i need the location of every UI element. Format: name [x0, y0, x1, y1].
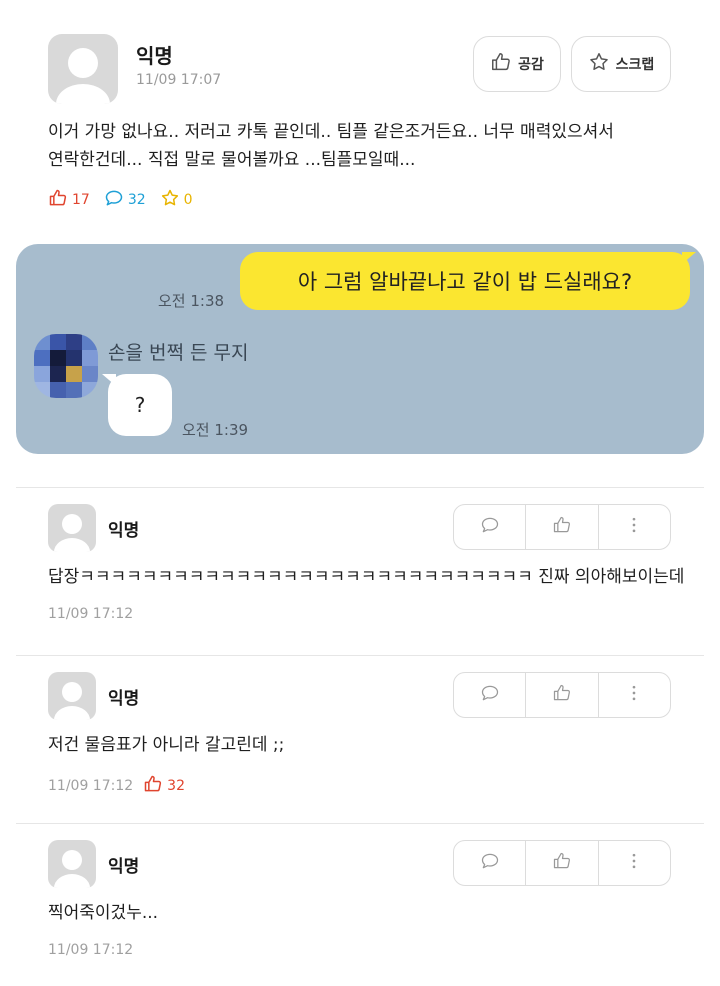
like-count: 17	[48, 188, 90, 212]
post-avatar	[48, 34, 118, 104]
other-message-bubble: ?	[102, 374, 172, 436]
speech-bubble-icon	[480, 851, 500, 875]
comment-meta: 11/09 17:12 32	[48, 774, 185, 798]
thumbs-up-icon	[48, 188, 68, 212]
post-body-line: 연락한건데... 직접 말로 물어볼까요 ...팀플모일때...	[48, 150, 416, 170]
comment-item: 익명 저건 물음표가 아니라 갈고린데 ;; 11/09 17:12 32	[0, 656, 720, 806]
reply-button[interactable]	[454, 505, 527, 549]
avatar	[48, 672, 96, 720]
post-body: 이거 가망 없나요.. 저러고 카톡 끝인데.. 팀플 같은조거든요.. 너무 …	[48, 118, 688, 174]
other-message-time: 오전 1:39	[182, 421, 249, 439]
comment-time: 11/09 17:12	[48, 778, 134, 794]
comment-time: 11/09 17:12	[48, 606, 134, 622]
more-vertical-icon	[624, 515, 644, 539]
avatar	[48, 840, 96, 888]
my-message-time: 오전 1:38	[158, 292, 225, 310]
scrap-button-label: 스크랩	[615, 57, 655, 73]
chat-sender-name: 손을 번쩍 든 무지	[108, 342, 249, 364]
comment-like-count: 32	[143, 774, 185, 798]
comment-actions	[453, 504, 671, 550]
comment-count: 32	[104, 188, 146, 212]
more-options-button[interactable]	[599, 673, 670, 717]
comment-item: 익명 찍어죽이겄누... 11/09 17:12	[0, 824, 720, 974]
scrap-button[interactable]: 스크랩	[571, 36, 671, 92]
post-stats: 17 32 0	[48, 188, 207, 212]
comment-meta: 11/09 17:12	[48, 942, 133, 958]
comment-meta: 11/09 17:12	[48, 606, 133, 622]
thumbs-up-icon	[552, 515, 572, 539]
thumbs-up-icon	[143, 774, 163, 798]
comment-actions	[453, 840, 671, 886]
blurred-avatar	[34, 334, 98, 398]
post-author: 익명	[136, 44, 173, 68]
comment-author: 익명	[108, 689, 140, 709]
comment-time: 11/09 17:12	[48, 942, 134, 958]
comment-text: 저건 물음표가 아니라 갈고린데 ;;	[48, 735, 285, 755]
comment-author: 익명	[108, 521, 140, 541]
comment-actions	[453, 672, 671, 718]
star-icon	[160, 188, 180, 212]
thumbs-up-icon	[552, 683, 572, 707]
comment-like-button[interactable]	[526, 673, 599, 717]
thumbs-up-icon	[490, 51, 512, 77]
comment-like-button[interactable]	[526, 505, 599, 549]
avatar	[48, 504, 96, 552]
reply-button[interactable]	[454, 673, 527, 717]
comment-item: 익명 답장ㅋㅋㅋㅋㅋㅋㅋㅋㅋㅋㅋㅋㅋㅋㅋㅋㅋㅋㅋㅋㅋㅋㅋㅋㅋㅋㅋㅋㅋ 진짜 의아…	[0, 488, 720, 638]
speech-bubble-icon	[104, 188, 124, 212]
like-button[interactable]: 공감	[473, 36, 561, 92]
more-options-button[interactable]	[599, 841, 670, 885]
comment-text: 찍어죽이겄누...	[48, 903, 159, 923]
comment-author: 익명	[108, 857, 140, 877]
comment-like-button[interactable]	[526, 841, 599, 885]
more-vertical-icon	[624, 683, 644, 707]
more-options-button[interactable]	[599, 505, 670, 549]
speech-bubble-icon	[480, 683, 500, 707]
reply-button[interactable]	[454, 841, 527, 885]
post-timestamp: 11/09 17:07	[136, 72, 222, 88]
like-button-label: 공감	[518, 57, 544, 73]
post-body-line: 이거 가망 없나요.. 저러고 카톡 끝인데.. 팀플 같은조거든요.. 너무 …	[48, 122, 614, 142]
chat-screenshot-image: 아 그럼 알바끝나고 같이 밥 드실래요? 오전 1:38 손을 번쩍 든 무지…	[16, 244, 704, 454]
my-message-bubble: 아 그럼 알바끝나고 같이 밥 드실래요?	[240, 252, 696, 310]
more-vertical-icon	[624, 851, 644, 875]
comment-text: 답장ㅋㅋㅋㅋㅋㅋㅋㅋㅋㅋㅋㅋㅋㅋㅋㅋㅋㅋㅋㅋㅋㅋㅋㅋㅋㅋㅋㅋㅋ 진짜 의아해보이…	[48, 567, 685, 587]
star-icon	[588, 51, 610, 77]
speech-bubble-icon	[480, 515, 500, 539]
thumbs-up-icon	[552, 851, 572, 875]
scrap-count: 0	[160, 188, 193, 212]
